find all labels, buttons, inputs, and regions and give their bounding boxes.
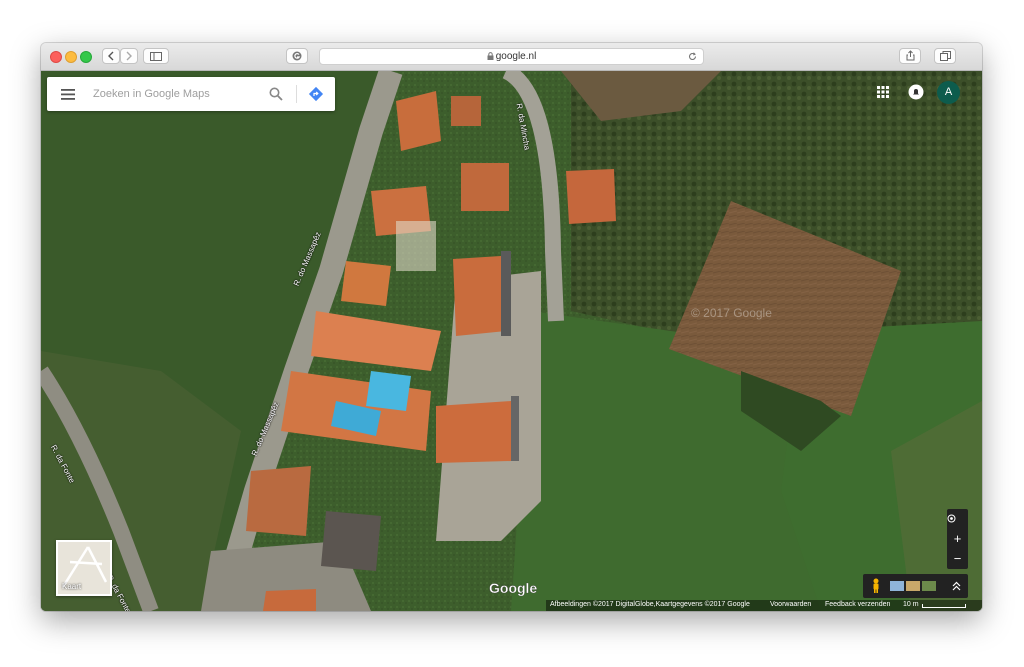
minimize-window-button[interactable]	[65, 51, 77, 63]
search-icon[interactable]	[269, 87, 283, 101]
satellite-map[interactable]: © 2017 Google Google R. do Massapêz R. d…	[41, 71, 982, 611]
expand-icon[interactable]	[952, 581, 961, 591]
close-window-button[interactable]	[50, 51, 62, 63]
my-location-icon	[947, 514, 956, 523]
url-text: google.nl	[495, 51, 537, 62]
chevron-right-icon	[126, 51, 132, 61]
layer-toggle-label: Kaart	[62, 582, 82, 591]
share-button[interactable]	[899, 48, 921, 64]
tabs-overview-button[interactable]	[934, 48, 956, 64]
scale-bar	[922, 604, 966, 608]
extension-button[interactable]	[286, 48, 308, 64]
zoom-in-button[interactable]: +	[947, 529, 968, 549]
sidebar-icon	[150, 52, 162, 61]
directions-icon[interactable]	[308, 86, 324, 102]
map-search-box	[47, 77, 335, 111]
menu-icon[interactable]	[61, 89, 75, 100]
lock-icon	[487, 52, 494, 60]
zoom-out-button[interactable]: −	[947, 549, 968, 569]
browser-window: google.nl © 2017 Google Google R. do Mas…	[41, 43, 982, 611]
terms-link[interactable]: Voorwaarden	[770, 601, 811, 608]
zoom-window-button[interactable]	[80, 51, 92, 63]
google-logo: Google	[489, 580, 537, 596]
pegman-icon[interactable]	[871, 578, 881, 594]
back-button[interactable]	[102, 48, 120, 64]
tabs-icon	[939, 51, 951, 61]
feedback-link[interactable]: Feedback verzenden	[825, 601, 890, 608]
search-divider	[296, 85, 297, 103]
scale-label[interactable]: 10 m	[903, 601, 919, 608]
my-location-button[interactable]	[947, 509, 968, 529]
imagery-thumbnails-icon[interactable]	[890, 581, 936, 591]
reload-icon[interactable]	[688, 52, 697, 61]
map-watermark: © 2017 Google	[691, 306, 772, 320]
account-initial: A	[944, 86, 953, 98]
imagery-attribution: Afbeeldingen ©2017 DigitalGlobe,Kaartgeg…	[550, 601, 750, 608]
satellite-imagery: © 2017 Google Google	[41, 71, 982, 611]
attribution-bar: Afbeeldingen ©2017 DigitalGlobe,Kaartgeg…	[546, 600, 982, 611]
search-input[interactable]	[93, 85, 263, 103]
share-icon	[906, 50, 914, 61]
sidebar-toggle-button[interactable]	[143, 48, 169, 64]
chevron-left-icon	[108, 51, 114, 61]
zoom-controls: + −	[947, 509, 968, 569]
layer-toggle[interactable]: Kaart	[56, 540, 112, 596]
account-avatar[interactable]: A	[937, 81, 960, 104]
forward-button[interactable]	[120, 48, 138, 64]
extension-g-icon	[292, 51, 302, 61]
apps-grid-icon[interactable]	[877, 86, 889, 98]
address-bar[interactable]: google.nl	[319, 48, 704, 65]
imagery-strip[interactable]	[863, 574, 968, 598]
notifications-icon[interactable]	[908, 84, 924, 100]
browser-toolbar: google.nl	[41, 43, 982, 71]
